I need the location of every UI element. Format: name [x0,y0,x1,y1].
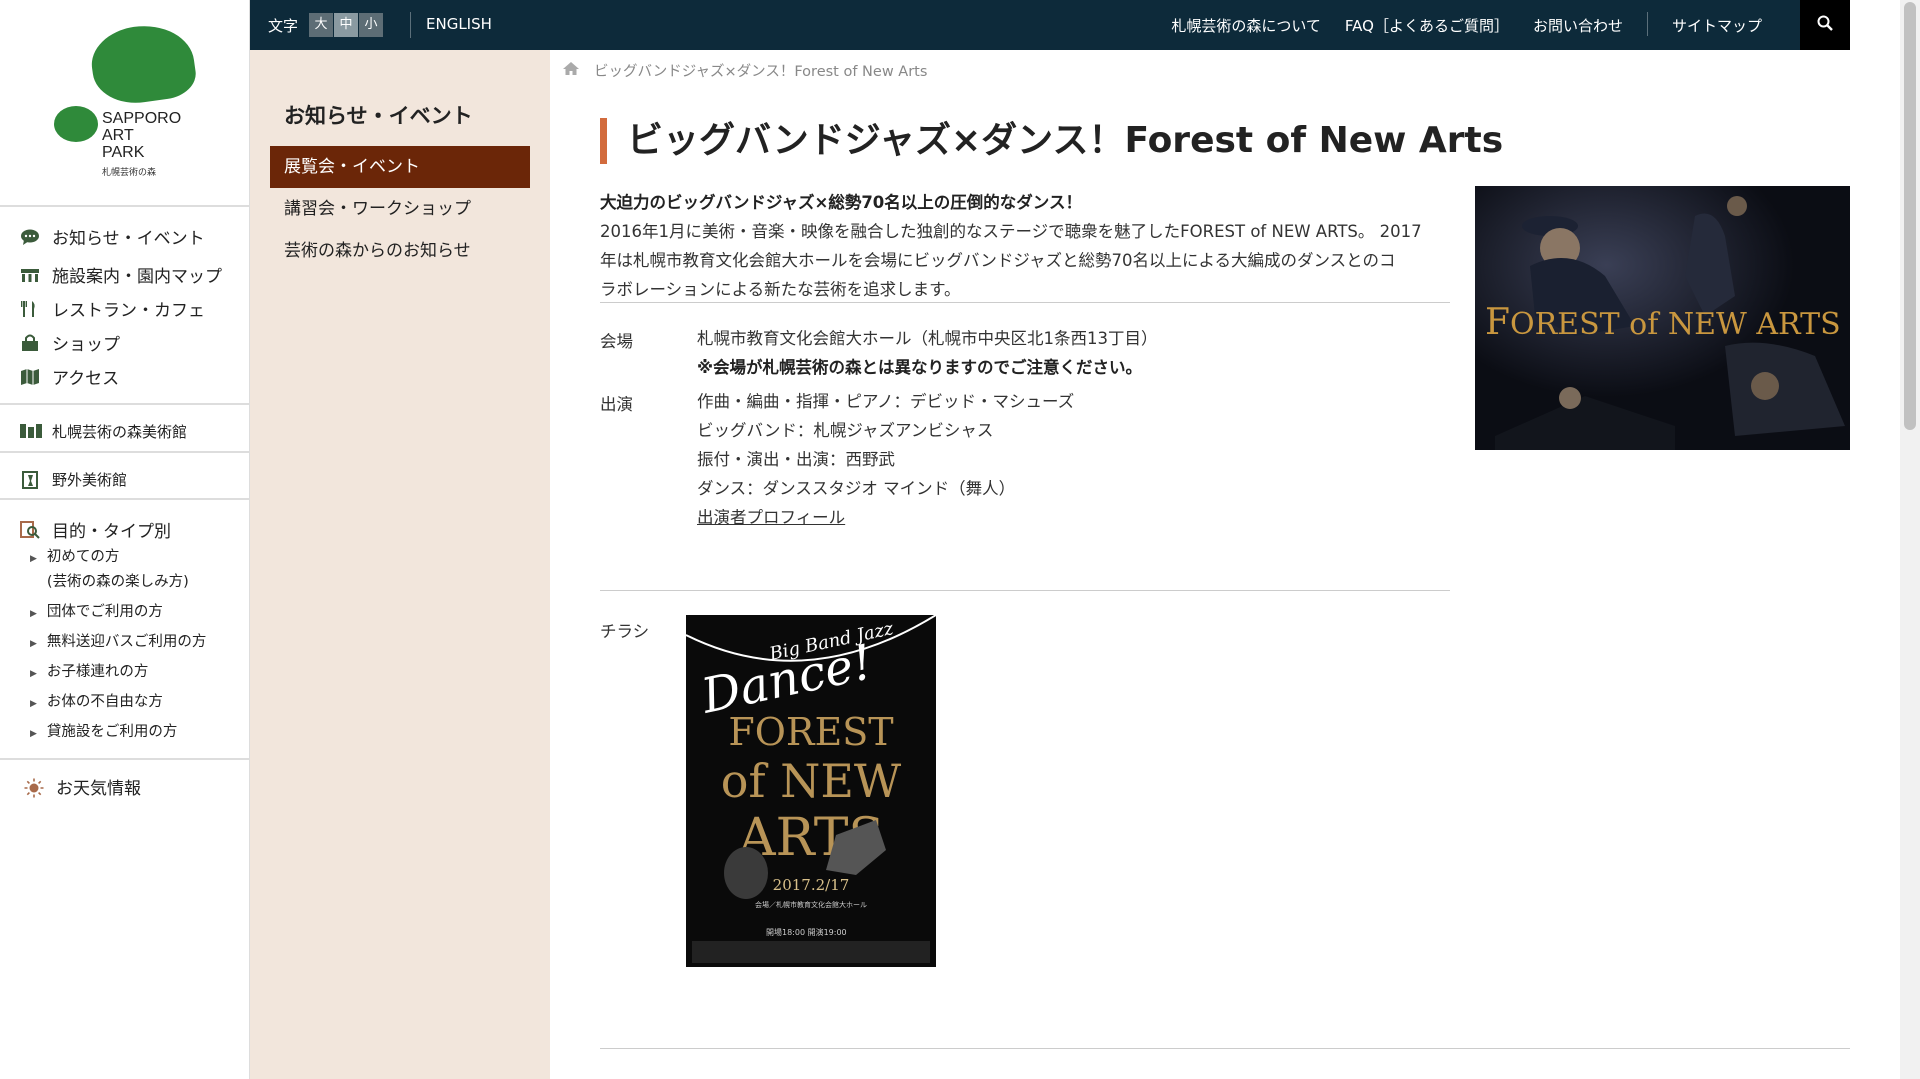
divider [600,590,1450,591]
venue-label: 会場 [600,332,633,351]
sidebar-subitem-free-shuttle[interactable]: ▶ 無料送迎バスご利用の方 [30,630,206,657]
subnav-item-workshops[interactable]: 講習会・ワークショップ [270,188,530,230]
page-title: ビッグバンドジャズ×ダンス！Forest of New Arts [600,118,1503,164]
sun-icon [24,778,44,797]
breadcrumb: ビッグバンドジャズ×ダンス！Forest of New Arts [562,60,927,81]
sidebar-item-shop[interactable]: ショップ [20,330,120,355]
sidebar-item-museum[interactable]: 札幌芸術の森美術館 [20,421,187,442]
triangle-right-icon: ▶ [30,729,37,739]
top-nav: 札幌芸術の森について FAQ［よくあるご質問］ お問い合わせ サイトマップ [1171,12,1762,36]
sidebar-item-weather[interactable]: お天気情報 [24,774,141,799]
font-size-medium-button[interactable]: 中 [334,13,358,37]
divider [0,451,250,453]
svg-text:FOREST: FOREST [728,710,893,754]
shopping-bag-icon [20,334,40,352]
sidebar-subitem-rental-facilities[interactable]: ▶ 貸施設をご利用の方 [30,720,177,747]
divider [0,403,250,405]
scrollbar-thumb[interactable] [1904,2,1916,430]
magnifier-icon [1817,15,1833,35]
triangle-right-icon: ▶ [30,669,37,679]
breadcrumb-current: ビッグバンドジャズ×ダンス！Forest of New Arts [594,64,928,80]
sidebar-item-outdoor-museum[interactable]: 野外美術館 [20,469,127,490]
divider [1646,12,1648,36]
venue-info: 札幌市教育文化会館大ホール（札幌市中央区北1条西13丁目） ※会場が札幌芸術の森… [697,324,1158,382]
english-link[interactable]: ENGLISH [426,15,492,33]
sidebar-item-purpose-type[interactable]: 目的・タイプ別 [20,517,171,542]
triangle-right-icon: ▶ [30,639,37,649]
sidebar-item-news-events[interactable]: お知らせ・イベント [20,224,205,249]
flyer-label: チラシ [600,622,650,641]
lead-text: 大迫力のビッグバンドジャズ×総勢70名以上の圧倒的なダンス！ [600,193,1082,212]
cast-info: 作曲・編曲・指揮・ピアノ：デビッド・マシューズ ビッグバンド：札幌ジャズアンビシ… [697,392,1075,527]
triangle-right-icon: ▶ [30,609,37,619]
event-flyer-image[interactable]: Big Band Jazz Dance! FOREST of NEW ARTS … [686,615,936,967]
top-bar: 文字 大 中 小 ENGLISH 札幌芸術の森について FAQ［よくあるご質問］… [250,0,1850,50]
divider [0,498,250,500]
venue-warning: ※会場が札幌芸術の森とは異なりますのでご注意ください。 [697,358,1143,377]
divider [0,205,250,207]
sidebar-subitem-groups[interactable]: ▶ 団体でご利用の方 [30,600,163,627]
svg-text:開場18:00 開演19:00: 開場18:00 開演19:00 [766,927,847,937]
nav-faq-link[interactable]: FAQ［よくあるご質問］ [1345,15,1509,36]
sidebar-subitem-with-children[interactable]: ▶ お子様連れの方 [30,660,148,687]
intro-text: 大迫力のビッグバンドジャズ×総勢70名以上の圧倒的なダンス！ 2016年1月に美… [600,188,1450,304]
page-scrollbar[interactable] [1900,0,1920,1079]
logo-subtitle: 札幌芸術の森 [102,168,157,178]
svg-text:of NEW: of NEW [721,754,902,808]
map-icon [20,368,40,386]
building-icon [20,266,40,284]
search-document-icon [20,520,40,539]
section-subnav: お知らせ・イベント 展覧会・イベント 講習会・ワークショップ 芸術の森からのお知… [250,50,550,1079]
subnav-item-announcements[interactable]: 芸術の森からのお知らせ [270,230,530,272]
nav-sitemap-link[interactable]: サイトマップ [1672,15,1762,36]
subnav-title: お知らせ・イベント [284,104,473,128]
sidebar-subitem-first-timers[interactable]: ▶ 初めての方 (芸術の森の楽しみ方) [30,545,189,595]
main-content: ビッグバンドジャズ×ダンス！Forest of New Arts ビッグバンドジ… [550,50,1850,1079]
sidebar-item-restaurant-cafe[interactable]: レストラン・カフェ [20,296,205,321]
nav-about-link[interactable]: 札幌芸術の森について [1171,15,1321,36]
font-size-large-button[interactable]: 大 [309,13,333,37]
logo-green-dot [54,106,98,142]
subnav-item-exhibitions-events[interactable]: 展覧会・イベント [270,146,530,188]
svg-text:2017.2/17: 2017.2/17 [773,876,850,894]
fork-knife-icon [20,300,40,318]
font-size-small-button[interactable]: 小 [359,13,383,37]
event-hero-image[interactable]: FOREST of NEW ARTS [1475,186,1850,450]
hero-image-text: FOREST of NEW ARTS [1485,302,1841,343]
sidebar-item-facilities-map[interactable]: 施設案内・園内マップ [20,262,222,287]
home-icon[interactable] [562,61,580,80]
svg-text:会場／札幌市教育文化会館大ホール: 会場／札幌市教育文化会館大ホール [755,900,867,909]
logo-green-blob [87,19,199,109]
nav-contact-link[interactable]: お問い合わせ [1533,15,1623,36]
divider [0,758,250,760]
logo-text: SAPPORO ART PARK [102,110,182,161]
speech-bubble-icon [20,228,40,246]
sculpture-icon [20,470,40,489]
sidebar-subitem-accessibility[interactable]: ▶ お体の不自由な方 [30,690,163,717]
sapporo-art-park-logo[interactable]: SAPPORO ART PARK 札幌芸術の森 [50,19,200,180]
left-sidebar: SAPPORO ART PARK 札幌芸術の森 お知らせ・イベント 施設案内・園… [0,0,250,1079]
font-size-label: 文字 [268,17,299,35]
cast-label: 出演 [600,395,633,414]
divider [410,12,411,38]
divider [600,1048,1850,1049]
triangle-right-icon: ▶ [30,699,37,709]
search-button[interactable] [1800,0,1850,50]
performer-profile-link[interactable]: 出演者プロフィール [697,508,845,527]
sidebar-item-access[interactable]: アクセス [20,364,119,389]
divider [600,302,1450,303]
museum-icon [20,423,42,441]
triangle-right-icon: ▶ [30,554,37,564]
